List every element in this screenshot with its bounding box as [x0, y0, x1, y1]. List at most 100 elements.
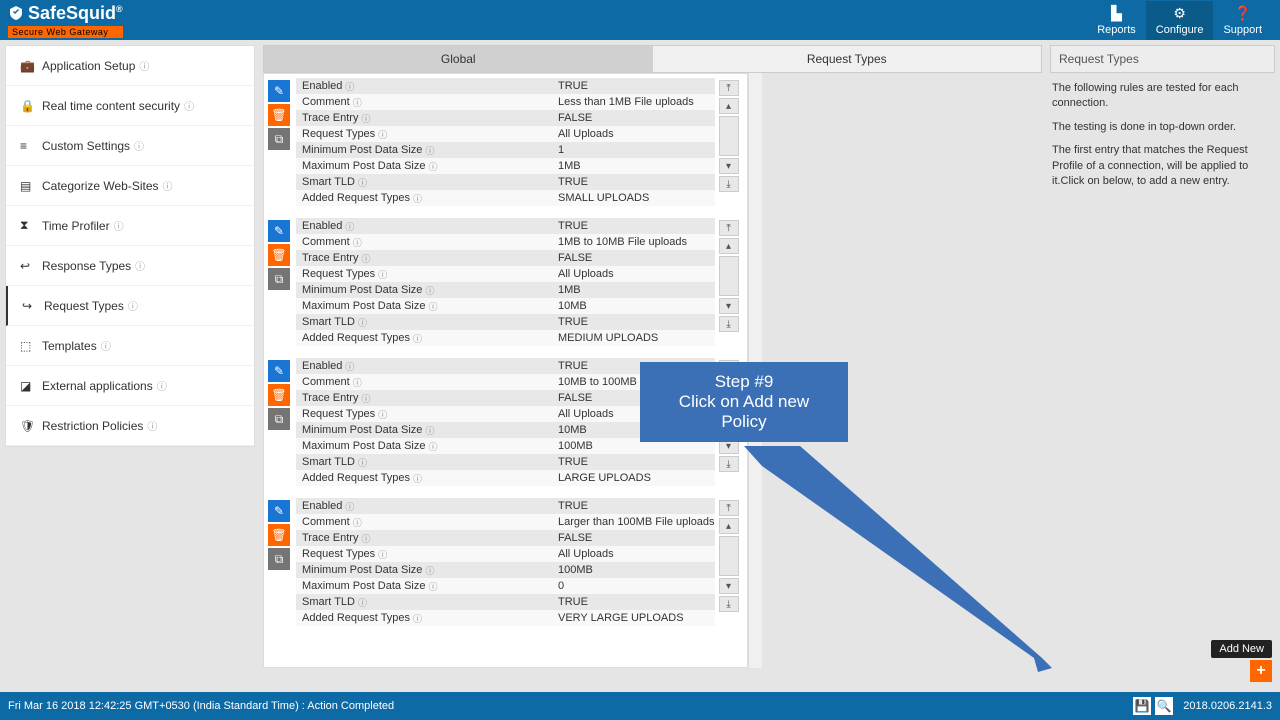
clone-button[interactable]: ⧉	[268, 128, 290, 150]
info-icon: ⓘ	[345, 220, 354, 233]
info-icon: ⓘ	[428, 440, 437, 453]
move-down-button[interactable]: ▾	[719, 298, 739, 314]
field-label: Request Types ⓘ	[296, 128, 554, 141]
field-value: FALSE	[554, 532, 715, 544]
sidebar-item-label: Custom Settings	[42, 139, 130, 153]
field-value: FALSE	[554, 252, 715, 264]
config-row: Request Types ⓘAll Uploads	[296, 266, 715, 282]
move-top-button[interactable]: ⤒	[719, 80, 739, 96]
info-icon: ⓘ	[425, 564, 434, 577]
sidebar-item-restriction-policies[interactable]: 🛡Restriction Policiesⓘ	[6, 406, 254, 446]
field-label: Maximum Post Data Size ⓘ	[296, 440, 554, 453]
hourglass-icon: ⧗	[20, 218, 34, 233]
field-label: Request Types ⓘ	[296, 548, 554, 561]
tab-request-types[interactable]: Request Types	[653, 46, 1042, 72]
config-row: Maximum Post Data Size ⓘ10MB	[296, 298, 715, 314]
config-row: Smart TLD ⓘTRUE	[296, 174, 715, 190]
sidebar-item-label: Application Setup	[42, 59, 135, 73]
move-up-button[interactable]: ▴	[719, 98, 739, 114]
logo-icon	[8, 5, 24, 21]
shield-icon: 🛡	[20, 419, 34, 433]
config-row: Trace Entry ⓘFALSE	[296, 530, 715, 546]
field-value: TRUE	[554, 80, 715, 92]
sidebar-item-categorize-web-sites[interactable]: ▤Categorize Web-Sitesⓘ	[6, 166, 254, 206]
field-value: Less than 1MB File uploads	[554, 96, 715, 108]
entry-fields: Enabled ⓘTRUEComment ⓘLarger than 100MB …	[296, 498, 715, 626]
help-body: The following rules are tested for each …	[1050, 73, 1275, 205]
field-label: Added Request Types ⓘ	[296, 332, 554, 345]
sidebar-item-request-types[interactable]: ↪Request Typesⓘ	[6, 286, 254, 326]
sliders-icon: ≡	[20, 139, 34, 153]
field-value: Larger than 100MB File uploads	[554, 516, 715, 528]
info-icon: ⓘ	[413, 612, 422, 625]
config-row: Trace Entry ⓘFALSE	[296, 110, 715, 126]
field-label: Minimum Post Data Size ⓘ	[296, 144, 554, 157]
move-bottom-button[interactable]: ⤓	[719, 316, 739, 332]
briefcase-icon: 💼	[20, 59, 34, 73]
config-row: Trace Entry ⓘFALSE	[296, 250, 715, 266]
clone-button[interactable]: ⧉	[268, 268, 290, 290]
sidebar-item-label: Real time content security	[42, 99, 180, 113]
field-label: Enabled ⓘ	[296, 360, 554, 373]
move-up-button[interactable]: ▴	[719, 238, 739, 254]
field-label: Maximum Post Data Size ⓘ	[296, 300, 554, 313]
sidebar-item-label: Restriction Policies	[42, 419, 143, 433]
info-icon: ⓘ	[361, 112, 370, 125]
config-row: Smart TLD ⓘTRUE	[296, 314, 715, 330]
entry-reorder: ⤒ ▴ ▾ ⤓	[719, 78, 743, 206]
edit-button[interactable]: ✎	[268, 80, 290, 102]
move-top-button[interactable]: ⤒	[719, 220, 739, 236]
clone-button[interactable]: ⧉	[268, 548, 290, 570]
delete-button[interactable]: 🗑	[268, 384, 290, 406]
move-up-button[interactable]: ▴	[719, 518, 739, 534]
move-top-button[interactable]: ⤒	[719, 500, 739, 516]
info-icon: ⓘ	[425, 144, 434, 157]
move-down-button[interactable]: ▾	[719, 158, 739, 174]
field-value: 1MB	[554, 284, 715, 296]
field-value: 0	[554, 580, 715, 592]
sidebar-item-time-profiler[interactable]: ⧗Time Profilerⓘ	[6, 206, 254, 246]
move-bottom-button[interactable]: ⤓	[719, 456, 739, 472]
sidebar-item-application-setup[interactable]: 💼Application Setupⓘ	[6, 46, 254, 86]
sidebar-item-custom-settings[interactable]: ≡Custom Settingsⓘ	[6, 126, 254, 166]
edit-button[interactable]: ✎	[268, 500, 290, 522]
arrow-r-icon: ↪	[22, 299, 36, 313]
delete-button[interactable]: 🗑	[268, 104, 290, 126]
sidebar-item-templates[interactable]: ⬚Templatesⓘ	[6, 326, 254, 366]
field-value: 1MB	[554, 160, 715, 172]
info-icon: ⓘ	[184, 98, 194, 113]
config-entry: ✎🗑⧉Enabled ⓘTRUEComment ⓘLess than 1MB F…	[268, 78, 743, 206]
configure-button[interactable]: ⚙Configure	[1146, 1, 1214, 40]
sidebar-item-external-applications[interactable]: ◪External applicationsⓘ	[6, 366, 254, 406]
field-value: VERY LARGE UPLOADS	[554, 612, 715, 624]
info-icon: ⓘ	[345, 80, 354, 93]
field-value: 1	[554, 144, 715, 156]
support-button[interactable]: ❓Support	[1213, 1, 1272, 40]
entry-actions: ✎🗑⧉	[268, 218, 296, 346]
field-label: Minimum Post Data Size ⓘ	[296, 564, 554, 577]
add-new-button[interactable]: +	[1250, 660, 1272, 682]
config-row: Minimum Post Data Size ⓘ1	[296, 142, 715, 158]
sidebar-item-response-types[interactable]: ↩Response Typesⓘ	[6, 246, 254, 286]
delete-button[interactable]: 🗑	[268, 524, 290, 546]
reports-button[interactable]: ▙Reports	[1087, 1, 1146, 40]
tab-global[interactable]: Global	[264, 46, 653, 72]
help-icon: ❓	[1223, 5, 1262, 22]
save-icon[interactable]: 💾	[1133, 697, 1151, 715]
move-bottom-button[interactable]: ⤓	[719, 596, 739, 612]
delete-button[interactable]: 🗑	[268, 244, 290, 266]
move-down-button[interactable]: ▾	[719, 578, 739, 594]
edit-button[interactable]: ✎	[268, 220, 290, 242]
search-icon[interactable]: 🔍	[1155, 697, 1173, 715]
info-icon: ⓘ	[378, 408, 387, 421]
info-icon: ⓘ	[128, 298, 138, 313]
move-bottom-button[interactable]: ⤓	[719, 176, 739, 192]
clone-button[interactable]: ⧉	[268, 408, 290, 430]
config-row: Request Types ⓘAll Uploads	[296, 126, 715, 142]
info-icon: ⓘ	[413, 192, 422, 205]
sidebar-item-real-time-content-security[interactable]: 🔒Real time content securityⓘ	[6, 86, 254, 126]
help-panel: Request Types The following rules are te…	[1050, 45, 1275, 675]
field-label: Comment ⓘ	[296, 236, 554, 249]
sidebar-item-label: External applications	[42, 379, 153, 393]
edit-button[interactable]: ✎	[268, 360, 290, 382]
